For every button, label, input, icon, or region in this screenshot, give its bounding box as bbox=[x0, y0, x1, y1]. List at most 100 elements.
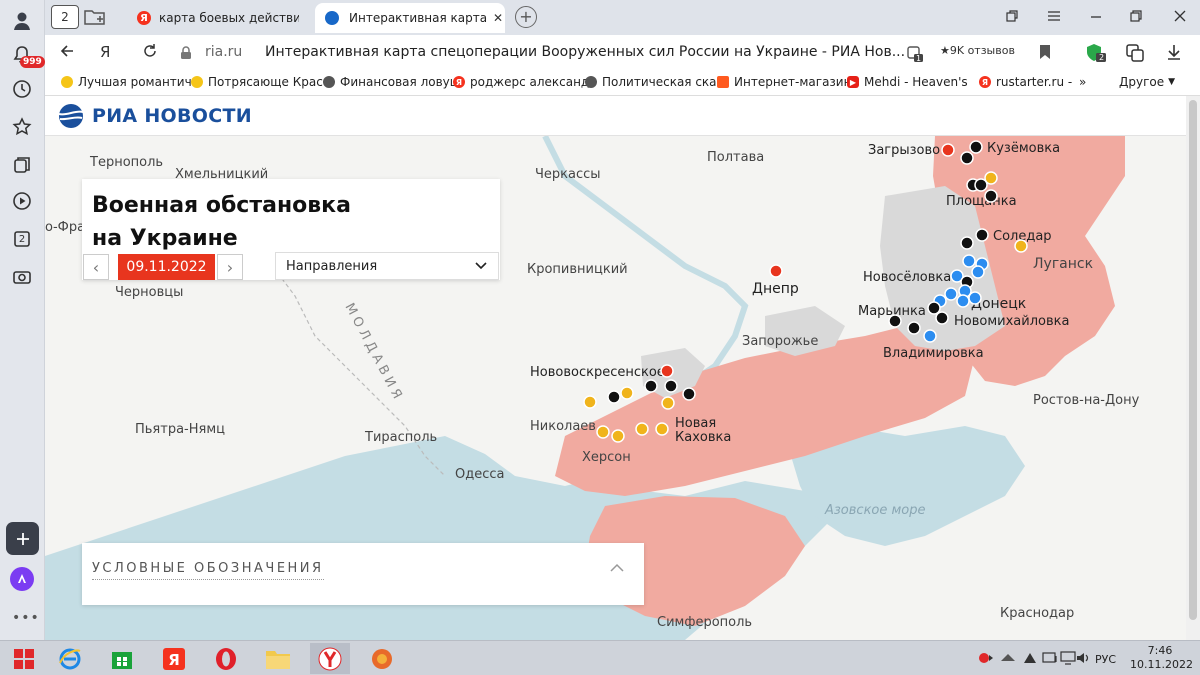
legend-title[interactable]: УСЛОВНЫЕ ОБОЗНАЧЕНИЯ bbox=[92, 561, 324, 580]
marker-black[interactable] bbox=[974, 178, 988, 192]
legend-panel[interactable]: УСЛОВНЫЕ ОБОЗНАЧЕНИЯ bbox=[82, 543, 644, 605]
minimize-icon[interactable] bbox=[1089, 9, 1103, 27]
tab-folder-icon[interactable] bbox=[83, 7, 107, 31]
yandex-icon[interactable]: Я bbox=[154, 643, 194, 674]
marker-yellow[interactable] bbox=[583, 395, 597, 409]
bookmark-item[interactable]: ▶ Mehdi - Heaven's bbox=[847, 75, 968, 89]
ria-brand[interactable]: РИА НОВОСТИ bbox=[92, 105, 252, 127]
video-icon[interactable] bbox=[9, 188, 35, 214]
marker-blue[interactable] bbox=[944, 287, 958, 301]
marker-black[interactable] bbox=[607, 390, 621, 404]
marker-yellow[interactable] bbox=[1014, 239, 1028, 253]
new-tab-button[interactable]: + bbox=[515, 6, 537, 28]
alice-assistant-icon[interactable] bbox=[10, 567, 34, 591]
marker-yellow[interactable] bbox=[661, 396, 675, 410]
other-bookmarks-button[interactable]: Другое ▼ bbox=[1119, 75, 1175, 89]
date-prev-button[interactable]: ‹ bbox=[83, 254, 109, 280]
marker-yellow[interactable] bbox=[596, 425, 610, 439]
network-icon[interactable] bbox=[1042, 651, 1058, 668]
volume-icon[interactable] bbox=[1076, 651, 1092, 668]
date-selector[interactable]: 09.11.2022 bbox=[118, 254, 215, 280]
scrollbar-thumb[interactable] bbox=[1189, 100, 1197, 620]
tray-app-icon[interactable] bbox=[1000, 651, 1016, 668]
marker-black[interactable] bbox=[960, 236, 974, 250]
downloads-icon[interactable] bbox=[1165, 43, 1183, 65]
close-window-icon[interactable] bbox=[1173, 9, 1187, 27]
input-language[interactable]: РУС bbox=[1095, 653, 1116, 666]
tab-groups-button[interactable]: 2 bbox=[51, 5, 79, 29]
marker-black[interactable] bbox=[682, 387, 696, 401]
marker-blue[interactable] bbox=[923, 329, 937, 343]
date-next-button[interactable]: › bbox=[217, 254, 243, 280]
chevron-up-icon[interactable] bbox=[609, 563, 625, 573]
back-arrow-icon[interactable] bbox=[59, 43, 75, 63]
url-domain[interactable]: ria.ru bbox=[205, 44, 242, 60]
marker-black[interactable] bbox=[907, 321, 921, 335]
bookmark-icon[interactable] bbox=[1038, 43, 1052, 65]
tab-ria-map[interactable]: Интерактивная карта сп ✕ bbox=[315, 3, 505, 33]
bookmarks-more-button[interactable]: » bbox=[1079, 75, 1086, 89]
bookmark-item[interactable]: Яроджерс александ bbox=[453, 75, 589, 89]
marker-yellow[interactable] bbox=[611, 429, 625, 443]
collections-icon[interactable] bbox=[9, 152, 35, 178]
more-icon[interactable]: ••• bbox=[12, 610, 40, 626]
bookmark-item[interactable]: Финансовая ловуш bbox=[323, 75, 461, 89]
marker-black[interactable] bbox=[935, 311, 949, 325]
start-icon[interactable] bbox=[4, 643, 44, 674]
file-explorer-icon[interactable] bbox=[258, 643, 298, 674]
reload-icon[interactable] bbox=[142, 43, 158, 63]
opera-icon[interactable] bbox=[206, 643, 246, 674]
pin-icon[interactable]: 1 bbox=[905, 43, 925, 67]
marker-black[interactable] bbox=[644, 379, 658, 393]
tray-app-icon[interactable] bbox=[1022, 651, 1038, 668]
marker-blue[interactable] bbox=[971, 265, 985, 279]
marker-black[interactable] bbox=[960, 151, 974, 165]
bookmark-item[interactable]: Яrustarter.ru - bbox=[979, 75, 1072, 89]
taskbar-clock[interactable]: 7:46 10.11.2022 bbox=[1130, 644, 1193, 672]
ie-icon[interactable] bbox=[50, 643, 90, 674]
bookmark-item[interactable]: Лучшая романтич bbox=[61, 75, 192, 89]
tab-close-icon[interactable]: ✕ bbox=[493, 11, 503, 25]
marker-blue[interactable] bbox=[962, 254, 976, 268]
bookmark-item[interactable]: Политическая ска bbox=[585, 75, 717, 89]
marker-black[interactable] bbox=[984, 189, 998, 203]
marker-black[interactable] bbox=[969, 140, 983, 154]
bookmark-item[interactable]: Потрясающе Крас bbox=[191, 75, 323, 89]
screenshot-icon[interactable] bbox=[9, 264, 35, 290]
protect-shield-icon[interactable]: 2 bbox=[1085, 43, 1107, 67]
restore-icon[interactable] bbox=[1129, 9, 1143, 27]
add-panel-button[interactable] bbox=[6, 522, 39, 555]
bookmark-item[interactable]: Интернет-магазин bbox=[717, 75, 851, 89]
marker-dnepr[interactable] bbox=[769, 264, 783, 278]
page-scrollbar[interactable] bbox=[1186, 96, 1200, 640]
directions-dropdown[interactable]: Направления bbox=[275, 252, 499, 280]
tab-search-results[interactable]: Я карта боевых действий на bbox=[123, 3, 313, 33]
marker-black[interactable] bbox=[975, 228, 989, 242]
marker-black[interactable] bbox=[888, 314, 902, 328]
profile-icon[interactable] bbox=[9, 8, 35, 34]
reviews-button[interactable]: ★9K отзывов bbox=[940, 44, 1015, 57]
ria-logo-icon[interactable] bbox=[55, 102, 87, 130]
marker-black[interactable] bbox=[664, 379, 678, 393]
marker-red[interactable] bbox=[660, 364, 674, 378]
yandex-home-button[interactable]: Я bbox=[100, 43, 110, 61]
yandex-browser-icon[interactable] bbox=[310, 643, 350, 674]
tabs-count-icon[interactable]: 2 bbox=[9, 226, 35, 252]
marker-black[interactable] bbox=[927, 301, 941, 315]
favorites-icon[interactable] bbox=[9, 114, 35, 140]
marker-yellow[interactable] bbox=[620, 386, 634, 400]
marker-blue[interactable] bbox=[968, 291, 982, 305]
app-icon[interactable] bbox=[362, 643, 402, 674]
lock-icon[interactable] bbox=[180, 45, 192, 64]
monitor-icon[interactable] bbox=[1060, 651, 1076, 668]
history-icon[interactable] bbox=[9, 76, 35, 102]
tray-app-icon[interactable] bbox=[978, 651, 994, 668]
marker-yellow[interactable] bbox=[655, 422, 669, 436]
translate-icon[interactable] bbox=[1125, 43, 1145, 67]
page-title[interactable]: Интерактивная карта спецоперации Вооруже… bbox=[265, 44, 905, 60]
store-icon[interactable] bbox=[102, 643, 142, 674]
tabs-menu-icon[interactable] bbox=[1005, 9, 1019, 27]
menu-icon[interactable] bbox=[1047, 9, 1061, 27]
marker-red[interactable] bbox=[941, 143, 955, 157]
marker-blue[interactable] bbox=[956, 294, 970, 308]
